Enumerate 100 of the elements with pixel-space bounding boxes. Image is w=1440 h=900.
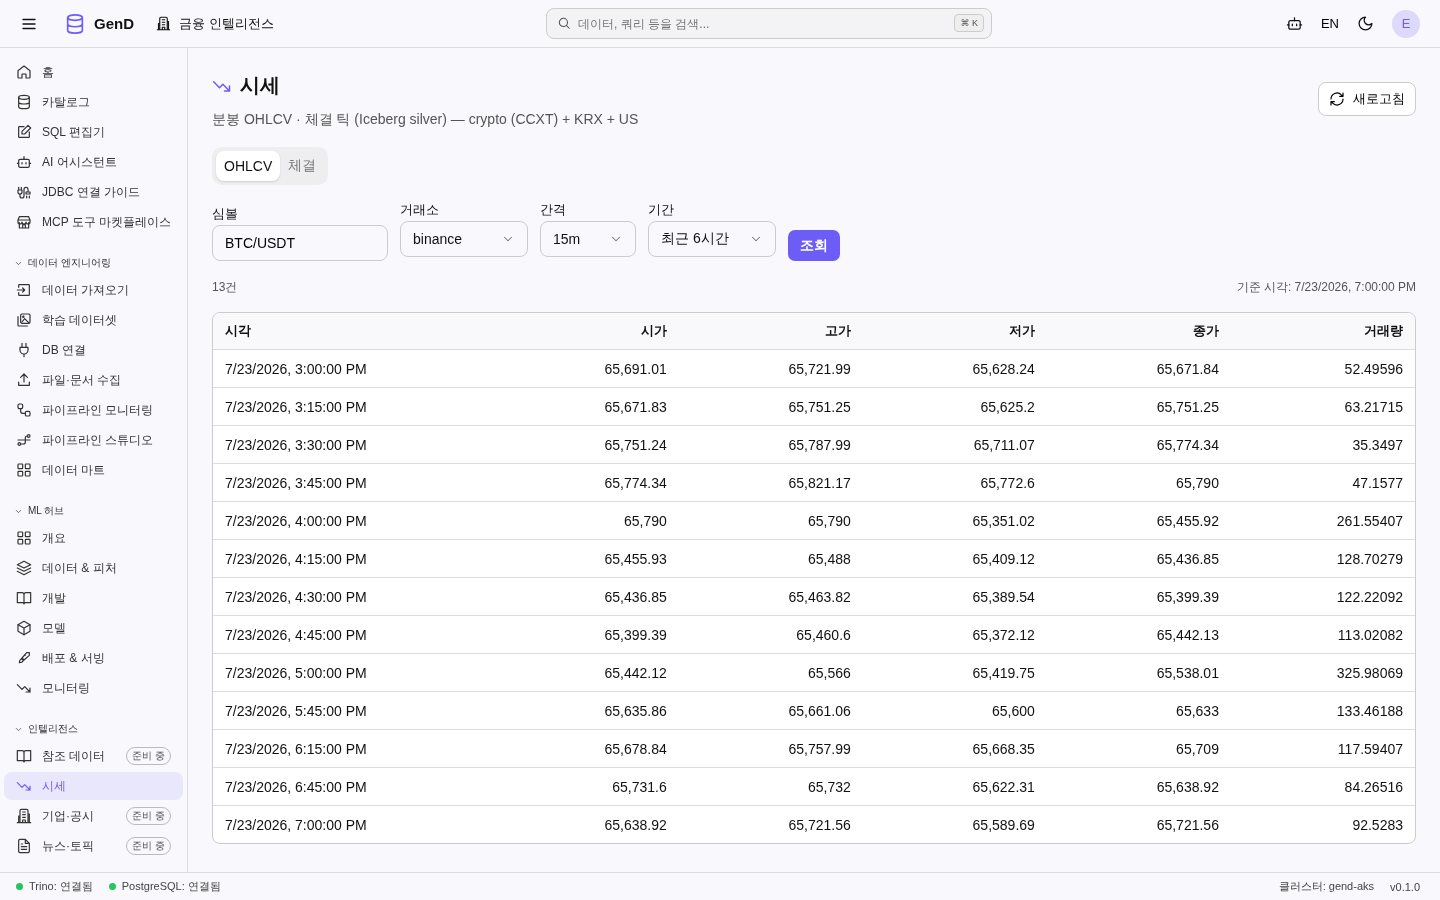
sidebar-item[interactable]: AI 어시스턴트: [4, 148, 183, 176]
sidebar-item[interactable]: JDBC 연결 가이드: [4, 178, 183, 206]
table-cell-text: 7/23/2026, 5:45:00 PM: [225, 702, 368, 719]
workspace-name[interactable]: 금융 인텔리전스: [179, 14, 274, 33]
sidebar-item[interactable]: 파일·문서 수집: [4, 366, 183, 394]
dropdown[interactable]: 최근 6시간: [648, 221, 776, 257]
home-icon: [16, 64, 32, 80]
search-button[interactable]: 조회: [788, 230, 840, 261]
moon-icon[interactable]: [1357, 15, 1374, 32]
cable-icon: [16, 184, 32, 200]
sidebar-item[interactable]: 참조 데이터 준비 중: [4, 742, 183, 770]
symbol-field[interactable]: BTC/USDT: [212, 225, 388, 261]
table-cell-text: 92.5283: [1351, 816, 1403, 833]
sidebar-item[interactable]: 개발: [4, 584, 183, 612]
table-cell-text: 65,351.02: [971, 512, 1035, 529]
sidebar-item[interactable]: 모니터링: [4, 674, 183, 702]
language-button[interactable]: EN: [1320, 16, 1339, 31]
table-cell-text: 7/23/2026, 4:15:00 PM: [225, 550, 368, 567]
sidebar-item[interactable]: 모델: [4, 614, 183, 642]
table-cell-text: 65,538.01: [1155, 664, 1219, 681]
table-cell-text: 65,790: [622, 512, 667, 529]
result-count: 13건: [212, 279, 238, 296]
table-cell-text: 65,399.39: [1155, 588, 1219, 605]
robot-icon[interactable]: [1285, 15, 1303, 32]
table-cell-text: 65,757.99: [787, 740, 851, 757]
table-cell-text: 65,731.6: [611, 778, 667, 795]
sidebar-item[interactable]: 카탈로그: [4, 88, 183, 116]
page-subtitle: 분봉 OHLCV · 체결 틱 (Iceberg silver) — crypto (CCXT) + KRX + US: [212, 111, 639, 129]
table-cell-text: 65,787.99: [787, 436, 851, 453]
table-cell-text: 7/23/2026, 7:00:00 PM: [225, 816, 368, 833]
column-header: 고가: [823, 322, 851, 340]
sidebar-item[interactable]: MCP 도구 마켓플레이스: [4, 208, 183, 236]
table-cell-text: 7/23/2026, 3:45:00 PM: [225, 474, 368, 491]
tab[interactable]: OHLCV: [216, 151, 281, 181]
refresh-button[interactable]: 새로고침: [1318, 82, 1416, 116]
table-cell-text: 65,389.54: [971, 588, 1035, 605]
sidebar-item[interactable]: 데이터 & 피처: [4, 554, 183, 582]
tab[interactable]: 체결: [280, 151, 325, 181]
table-cell-text: 35.3497: [1351, 436, 1403, 453]
dropdown[interactable]: binance: [400, 221, 528, 257]
refresh-icon: [1329, 91, 1345, 107]
sidebar-item[interactable]: 홈: [4, 58, 183, 86]
table-cell-text: 65,638.92: [1155, 778, 1219, 795]
upload-icon: [16, 372, 32, 388]
sidebar-item[interactable]: 개요: [4, 524, 183, 552]
table-cell-text: 65,455.93: [603, 550, 667, 567]
sidebar-item[interactable]: 배포 & 서빙: [4, 644, 183, 672]
sidebar-item[interactable]: 데이터 마트: [4, 456, 183, 484]
sidebar-item[interactable]: 시세: [4, 772, 183, 800]
dropdown[interactable]: 15m: [540, 221, 636, 257]
building-icon: [156, 16, 171, 31]
section-title: 데이터 엔지니어링: [28, 256, 111, 270]
sidebar-item[interactable]: 기업·공시 준비 중: [4, 802, 183, 830]
sidebar-item[interactable]: DB 연결: [4, 336, 183, 364]
table-cell-text: 65,638.92: [603, 816, 667, 833]
table-cell-text: 65,732: [807, 778, 851, 795]
table-cell-text: 133.46188: [1335, 702, 1403, 719]
column-header: 저가: [1007, 322, 1035, 340]
sidebar-item[interactable]: 데이터 가져오기: [4, 276, 183, 304]
field-label: 거래소: [400, 201, 440, 219]
connection-status: Trino: 연결됨: [29, 879, 93, 894]
grid-icon: [16, 530, 32, 546]
table-cell-text: 52.49596: [1343, 360, 1403, 377]
table-cell-text: 65,721.56: [1155, 816, 1219, 833]
table-cell-text: 65,709: [1175, 740, 1219, 757]
sidebar-item[interactable]: SQL 편집기: [4, 118, 183, 146]
table-cell-text: 7/23/2026, 4:00:00 PM: [225, 512, 368, 529]
plug-icon: [16, 342, 32, 358]
field-label: 심볼: [212, 205, 239, 223]
table-cell-text: 65,751.25: [787, 398, 851, 415]
table-cell-text: 65,661.06: [787, 702, 851, 719]
robot-icon: [16, 154, 32, 170]
edit-icon: [16, 124, 32, 140]
table-cell-text: 7/23/2026, 3:00:00 PM: [225, 360, 368, 377]
table-cell-text: 7/23/2026, 6:45:00 PM: [225, 778, 368, 795]
table-cell-text: 65,790: [807, 512, 851, 529]
page-title: 시세: [240, 73, 280, 98]
table-cell-text: 7/23/2026, 4:45:00 PM: [225, 626, 368, 643]
sidebar-item[interactable]: 파이프라인 스튜디오: [4, 426, 183, 454]
table-cell-text: 47.1577: [1351, 474, 1403, 491]
table-cell-text: 65,625.2: [979, 398, 1035, 415]
database-icon: [64, 12, 86, 35]
table-cell-text: 65,419.75: [971, 664, 1035, 681]
table-cell-text: 65,589.69: [971, 816, 1035, 833]
table-cell-text: 325.98069: [1335, 664, 1403, 681]
sidebar-item[interactable]: 뉴스·토픽 준비 중: [4, 832, 183, 860]
shortcut-key: ⌘ K: [954, 14, 984, 32]
table-cell-text: 65,774.34: [603, 474, 667, 491]
brand-name[interactable]: GenD: [94, 15, 134, 32]
table-cell-text: 7/23/2026, 6:15:00 PM: [225, 740, 368, 757]
sidebar-item[interactable]: 학습 데이터셋: [4, 306, 183, 334]
table-cell-text: 65,721.56: [787, 816, 851, 833]
section-title: ML 허브: [28, 504, 65, 518]
workflow-icon: [16, 402, 32, 418]
table-cell-text: 65,751.25: [1155, 398, 1219, 415]
table-cell-text: 65,635.86: [603, 702, 667, 719]
book-icon: [16, 590, 32, 606]
grid-icon: [16, 462, 32, 478]
sidebar-item[interactable]: 파이프라인 모니터링: [4, 396, 183, 424]
table-cell-text: 65,622.31: [971, 778, 1035, 795]
